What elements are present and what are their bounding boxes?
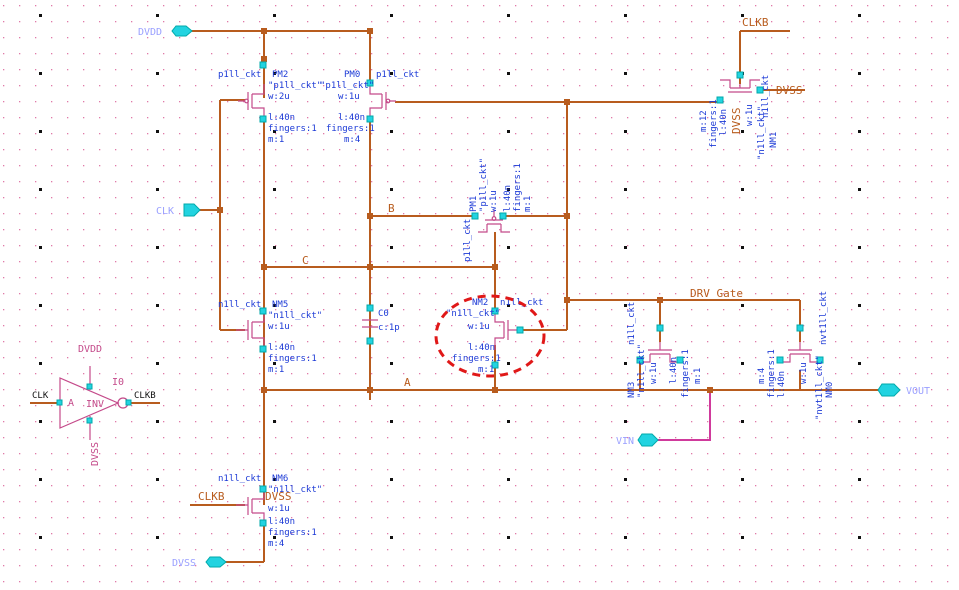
nm5-model-q: "n1ll_ckt" [268,311,322,321]
pin-dvss-label: DVSS [172,558,196,569]
pm1-l: l:40n [503,185,513,212]
inv-inst: I0 [112,377,124,388]
nm5-l: l:40n [268,343,295,353]
pm2-l: l:40n [268,113,295,123]
pm0-fingers: fingers:1 [326,124,375,134]
pm0-model-q: "p1ll_ckt" [320,81,374,91]
nm0-l: l:40n [777,371,787,398]
nm0-model: nvt1ll_ckt [819,291,829,345]
nm3-l: l:40n [669,357,679,384]
nm2-model-q: "n1ll_ckt" [446,309,500,319]
pm2-model-q: "p1ll_ckt" [268,81,322,91]
inv-dvdd-label: DVDD [78,344,102,355]
pm2-m: m:1 [268,135,284,145]
nm0-fingers: fingers:1 [767,349,777,398]
pm0-l: l:40n [338,113,365,123]
nm5-model: n1ll_ckt [218,300,261,310]
pm0-inst: PM0 [344,70,360,80]
net-nm6-clkb: CLKB [198,490,225,503]
nm5-w: w:1u [268,322,290,332]
nm0-m: m:4 [757,368,767,384]
nm3-fingers: fingers:1 [681,349,691,398]
nm2-l: l:40n [468,343,495,353]
pin-clk-label: CLK [156,206,174,217]
c0-inst: C0 [378,309,389,319]
nm0-w: w:1u [799,362,809,384]
nm3-inst: NM3 [627,382,637,398]
nm6-m: m:4 [268,539,284,549]
net-dvss-top: DVSS [776,84,803,97]
net-b: B [388,202,395,215]
nm2-w: w:1u [468,322,490,332]
pin-vin-label: VIN [616,436,634,447]
inv-name: INV [86,399,104,410]
nm1-w: w:1u [745,104,755,126]
nm1-dvss: DVSS [730,108,743,135]
nm0-inst: NM0 [825,382,835,398]
nm0-model-q: "nvt1ll_ckt" [815,355,825,420]
net-clkb-top: CLKB [742,16,769,29]
nm2-inst: NM2 [472,298,488,308]
nm1-l: l:40n [719,109,729,136]
pm2-inst: PM2 [272,70,288,80]
major-grid [0,0,959,590]
nm6-model-q: "n1ll_ckt" [268,485,322,495]
nm2-m: m:1 [478,365,494,375]
inv-dvss-label: DVSS [90,442,101,466]
nm6-l: l:40n [268,517,295,527]
pm1-model-q: "p1ll_ckt" [479,158,489,212]
inv-in-label: CLK [32,391,49,401]
pm1-inst: PM1 [469,196,479,212]
nm1-model-q: "n1ll_ckt" [757,106,767,160]
nm3-m: m:1 [693,368,703,384]
pm2-model: p1ll_ckt [218,70,261,80]
nm5-inst: NM5 [272,300,288,310]
pm2-fingers: fingers:1 [268,124,317,134]
pm2-w: w:2u [268,92,290,102]
pm0-w: w:1u [338,92,360,102]
nm1-fingers: fingers:1 [709,99,719,148]
nm6-inst: NM6 [272,474,288,484]
nm3-w: w:1u [649,362,659,384]
net-c: C [302,254,309,267]
nm6-model: n1ll_ckt [218,474,261,484]
pm1-m: m:1 [523,196,533,212]
schematic-canvas[interactable]: DVDD DVSS A INV I0 CLK CLKB DVDD CLK DVS… [0,0,959,590]
pm1-fingers: fingers:1 [513,163,523,212]
pm1-w: w:1u [489,190,499,212]
inv-out-label: CLKB [134,391,156,401]
nm1-m: m:12 [699,110,709,132]
nm3-model: n1ll_ckt [627,302,637,345]
pm0-m: m:4 [344,135,360,145]
pin-dvdd-label: DVDD [138,27,162,38]
nm1-inst: NM1 [769,132,779,148]
net-a: A [404,376,411,389]
net-drv-gate: DRV_Gate [690,287,743,300]
nm6-fingers: fingers:1 [268,528,317,538]
pm0-model: p1ll_ckt [376,70,419,80]
nm3-model-q: "n1ll_ckt" [637,344,647,398]
nm2-fingers: fingers:1 [452,354,501,364]
nm5-m: m:1 [268,365,284,375]
c0-value: c:1p [378,323,400,333]
pin-vout-label: VOUT [906,386,930,397]
nm6-w: w:1u [268,504,290,514]
nm5-fingers: fingers:1 [268,354,317,364]
inv-a-pin: A [68,398,74,409]
pm1-model: p1ll_ckt [463,219,473,262]
